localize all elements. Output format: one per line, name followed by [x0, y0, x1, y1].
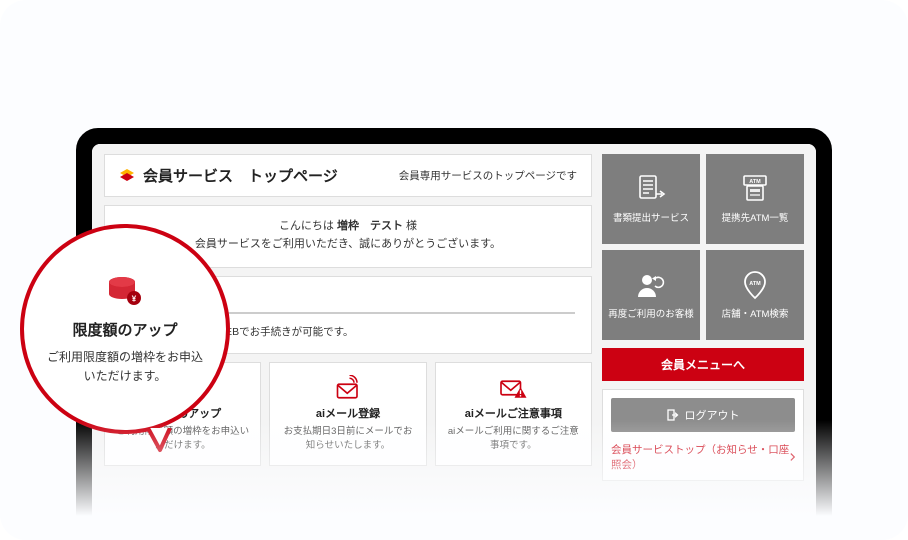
- mail-alert-icon: [498, 375, 528, 401]
- card-title: aiメール登録: [280, 405, 415, 421]
- greeting-line-1: こんにちは 増枠 テスト 様: [121, 218, 575, 236]
- tile-label: 提携先ATM一覧: [722, 210, 789, 224]
- member-menu-heading: 会員メニューへ: [602, 348, 804, 381]
- card-title: aiメールご注意事項: [446, 405, 581, 421]
- menu-link-label: 会員サービストップ（お知らせ・口座照会）: [611, 442, 790, 472]
- callout-desc: ご利用限度額の増枠をお申込いただけます。: [44, 348, 206, 385]
- tile-label: 書類提出サービス: [613, 210, 689, 224]
- side-column: 書類提出サービス ATM: [602, 154, 804, 540]
- person-refresh-icon: [634, 270, 668, 300]
- member-menu-box: ログアウト 会員サービストップ（お知らせ・口座照会）: [602, 389, 804, 481]
- greeting-prefix: こんにちは: [279, 220, 337, 232]
- page-title-bar: 会員サービス トップページ 会員専用サービスのトップページです: [104, 154, 592, 197]
- tile-label: 店舗・ATM検索: [722, 306, 789, 320]
- tile-label: 再度ご利用のお客様: [608, 306, 694, 320]
- tile-document-submit[interactable]: 書類提出サービス: [602, 154, 700, 244]
- svg-text:ATM: ATM: [749, 179, 761, 185]
- card-desc: お支払期日3日前にメールでお知らせいたします。: [280, 425, 415, 453]
- chevron-right-icon: [790, 452, 795, 462]
- callout-bubble: ¥ 限度額のアップ ご利用限度額の増枠をお申込いただけます。: [20, 224, 230, 434]
- tile-returning-customer[interactable]: 再度ご利用のお客様: [602, 250, 700, 340]
- logout-button[interactable]: ログアウト: [611, 398, 795, 432]
- page-subtitle: 会員専用サービスのトップページです: [399, 168, 577, 183]
- callout-title: 限度額のアップ: [72, 319, 177, 340]
- tile-atm-list[interactable]: ATM 提携先ATM一覧: [706, 154, 804, 244]
- document-arrow-icon: [634, 174, 668, 204]
- card-ai-mail-notice[interactable]: aiメールご注意事項 aiメールご利用に関するご注意事項です。: [435, 362, 592, 466]
- svg-text:¥: ¥: [132, 294, 137, 303]
- atm-icon: ATM: [738, 174, 772, 204]
- logout-icon: [667, 409, 679, 421]
- card-desc: aiメールご利用に関するご注意事項です。: [446, 425, 581, 453]
- member-service-top-link[interactable]: 会員サービストップ（お知らせ・口座照会）: [611, 442, 795, 472]
- logout-label: ログアウト: [685, 407, 740, 423]
- mail-signal-icon: [333, 375, 363, 401]
- page-title: 会員サービス トップページ: [143, 165, 338, 186]
- greeting-suffix: 様: [403, 220, 417, 232]
- tile-grid: 書類提出サービス ATM: [602, 154, 804, 340]
- tile-store-atm-search[interactable]: ATM 店舗・ATM検索: [706, 250, 804, 340]
- database-yen-icon: ¥: [105, 273, 145, 309]
- stage: 会員サービス トップページ 会員専用サービスのトップページです こんにちは 増枠…: [0, 0, 908, 540]
- card-ai-mail-register[interactable]: aiメール登録 お支払期日3日前にメールでお知らせいたします。: [269, 362, 426, 466]
- atm-pin-icon: ATM: [738, 270, 772, 300]
- stack-icon: [119, 168, 135, 184]
- greeting-name: 増枠 テスト: [337, 220, 403, 232]
- svg-text:ATM: ATM: [749, 281, 761, 287]
